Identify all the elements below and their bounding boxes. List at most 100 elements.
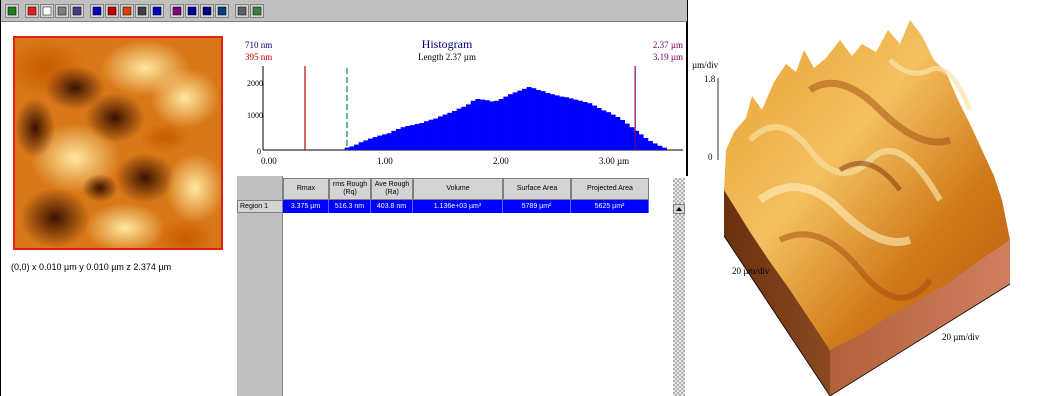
z-axis-scale-label: 1.8 (704, 74, 716, 84)
light-source-icon[interactable] (185, 3, 199, 18)
column-header[interactable]: rms Rough (Rq) (329, 178, 371, 200)
table-cell[interactable]: 5789 µm² (503, 200, 571, 213)
column-header[interactable]: Ave Rough (Ra) (371, 178, 413, 200)
histogram-bar (382, 134, 387, 150)
roughness-table: Rmax rms Rough (Rq) Ave Rough (Ra) Volume Su… (237, 176, 689, 396)
right-marker-label-bottom: 3.19 µm (653, 52, 683, 62)
rect-select-icon[interactable] (40, 3, 54, 18)
histogram-bar (568, 98, 574, 150)
red-square-icon[interactable] (25, 3, 39, 18)
histogram-bar (461, 106, 467, 150)
histogram-bar (433, 118, 439, 150)
histogram-bar (368, 138, 373, 150)
histogram-bar (587, 103, 593, 150)
histogram-bar (601, 110, 607, 150)
histogram-bar (606, 112, 611, 150)
histogram-bar (354, 144, 359, 150)
table-cell[interactable]: 403.8 nm (371, 200, 413, 213)
histogram-subtitle: Length 2.37 µm (418, 52, 476, 62)
scroll-up-button[interactable] (673, 204, 685, 214)
settings-icon[interactable] (170, 3, 184, 18)
x-axis-unit-label: 20 µm/div (942, 332, 980, 342)
table-cell[interactable]: 516.3 nm (329, 200, 371, 213)
x-tick-label: 1.00 (377, 156, 393, 166)
filter-icon[interactable] (120, 3, 134, 18)
histogram-bar (466, 104, 471, 150)
histogram-bar (624, 123, 630, 150)
z-axis-zero-label: 0 (708, 152, 713, 162)
histogram-bar (526, 87, 532, 150)
y-axis-unit-label: 20 µm/div (732, 266, 770, 276)
histogram-bar (391, 130, 397, 150)
histogram-bars (344, 87, 667, 150)
histogram-bar (615, 117, 621, 150)
color-table-icon[interactable] (105, 3, 119, 18)
histogram-bar (550, 94, 555, 150)
histogram-bar (358, 142, 364, 150)
left-marker-label-top: 710 nm (245, 40, 272, 50)
right-marker-label-top: 2.37 µm (653, 40, 683, 50)
histogram-bar (592, 105, 597, 150)
histogram-bar (414, 123, 420, 150)
histogram-bar (484, 100, 490, 150)
histogram-bar (349, 146, 355, 150)
histogram-bar (620, 120, 625, 150)
column-header[interactable]: Projected Area (571, 178, 649, 200)
column-header[interactable]: Surface Area (503, 178, 571, 200)
histogram-bar (377, 135, 383, 150)
histogram-bar (503, 96, 509, 150)
table-cell[interactable]: 5625 µm² (571, 200, 649, 213)
histogram-bar (559, 96, 565, 150)
histogram-bar (447, 112, 453, 150)
histogram-bar (638, 134, 644, 150)
histogram-bar (522, 88, 527, 150)
histogram-bar (442, 114, 448, 150)
histogram-bar (405, 126, 411, 150)
y-tick-label: 1000 (247, 111, 263, 120)
table-cell[interactable]: 3.375 µm (283, 200, 329, 213)
histogram-bar (489, 101, 495, 150)
histogram-bar (470, 100, 476, 150)
row-header-region-1[interactable]: Region 1 (237, 200, 283, 213)
histogram-bar (545, 93, 551, 150)
histogram-bar (475, 99, 481, 150)
histogram-bar (582, 102, 588, 150)
histogram-bar (610, 114, 616, 150)
histogram-bar (512, 92, 518, 150)
print-icon[interactable] (135, 3, 149, 18)
afm-analysis-window: (0,0) x 0.010 µm y 0.010 µm z 2.374 µm H… (0, 0, 689, 396)
y-tick-label: 2000 (247, 79, 263, 88)
histogram-chart[interactable]: Histogram Length 2.37 µm 710 nm 395 nm 2… (237, 36, 689, 170)
x-tick-label: 0.00 (261, 156, 277, 166)
cursor-coordinates-readout: (0,0) x 0.010 µm y 0.010 µm z 2.374 µm (11, 262, 172, 272)
histogram-bar (498, 99, 504, 150)
surface-3d-render[interactable]: µm/div 1.8 0 20 µm/div 20 µm/div (690, 0, 1038, 396)
table-cell[interactable]: 1.136e+03 µm³ (413, 200, 503, 213)
afm-topography-image[interactable] (13, 36, 223, 250)
histogram-bar (531, 88, 537, 150)
bar-stats-icon[interactable] (150, 3, 164, 18)
left-marker-label-bottom: 395 nm (245, 52, 272, 62)
column-header[interactable]: Volume (413, 178, 503, 200)
pencil-icon[interactable] (5, 3, 19, 18)
column-header[interactable]: Rmax (283, 178, 329, 200)
histogram-bar (456, 108, 462, 150)
histogram-bar (396, 129, 401, 150)
rotate-icon[interactable] (215, 3, 229, 18)
histogram-bar (410, 125, 415, 150)
grid-icon[interactable] (250, 3, 264, 18)
profile-icon[interactable] (70, 3, 84, 18)
table-icon[interactable] (235, 3, 249, 18)
histogram-title: Histogram (422, 37, 473, 51)
histogram-bar (424, 121, 429, 150)
view-3d-icon[interactable] (200, 3, 214, 18)
phi-icon[interactable] (90, 3, 104, 18)
histogram-bar (652, 143, 658, 150)
histogram-bar (438, 116, 443, 150)
histogram-bar (578, 100, 583, 150)
histogram-bar (573, 99, 579, 150)
zoom-icon[interactable] (55, 3, 69, 18)
histogram-bar (494, 100, 499, 150)
histogram-bar (662, 147, 667, 150)
histogram-bar (643, 138, 649, 150)
